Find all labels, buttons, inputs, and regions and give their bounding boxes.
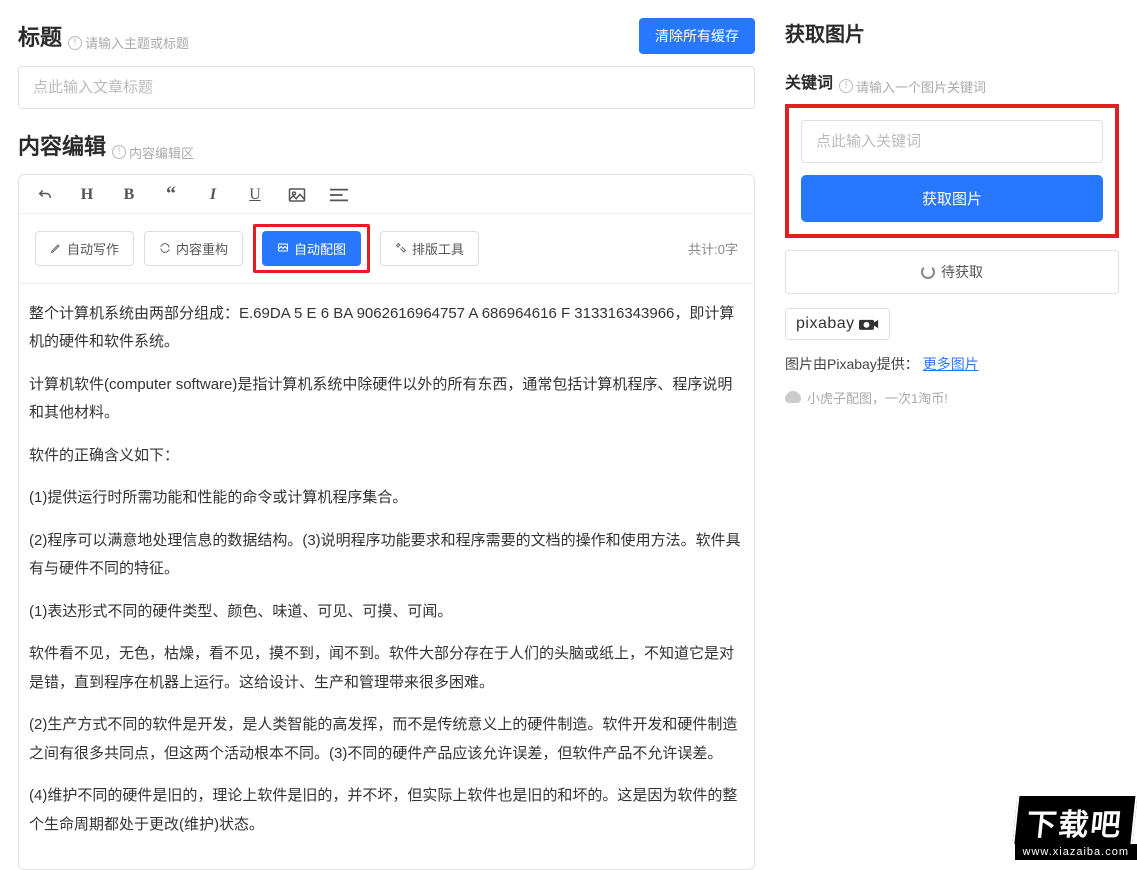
camera-icon (859, 317, 879, 331)
bold-icon[interactable]: B (119, 185, 139, 205)
watermark-url: www.xiazaiba.com (1015, 844, 1137, 860)
keyword-hint: ! 请输入一个图片关键词 (839, 77, 986, 96)
keyword-label: 关键词 (785, 69, 833, 93)
watermark-title: 下载吧 (1012, 794, 1137, 844)
keyword-header: 关键词 ! 请输入一个图片关键词 (785, 69, 1119, 96)
keyword-hint-text: 请输入一个图片关键词 (856, 77, 986, 96)
tip-line: 小虎子配图，一次1淘币! (785, 388, 1119, 407)
spinner-icon (921, 265, 935, 279)
tip-text: 小虎子配图，一次1淘币! (807, 388, 948, 407)
watermark: 下载吧 www.xiazaiba.com (1015, 794, 1137, 860)
sidebar-title: 获取图片 (785, 18, 1119, 47)
auto-write-label: 自动写作 (67, 239, 119, 258)
paragraph: 整个计算机系统由两部分组成：E.69DA 5 E 6 BA 9062616964… (29, 300, 744, 357)
more-images-link[interactable]: 更多图片 (923, 356, 979, 372)
info-icon: ! (112, 145, 126, 159)
match-image-icon (277, 242, 289, 254)
heading-icon[interactable]: H (77, 185, 97, 205)
pixabay-badge: pixabay (785, 308, 890, 340)
action-toolbar: 自动写作 内容重构 自动配图 (19, 214, 754, 284)
clear-cache-button[interactable]: 清除所有缓存 (639, 18, 755, 54)
keyword-input[interactable] (801, 120, 1103, 163)
title-hint: ! 请输入主题或标题 (68, 33, 189, 52)
title-hint-text: 请输入主题或标题 (85, 33, 189, 52)
editor-hint: ! 内容编辑区 (112, 143, 194, 162)
paragraph: 软件的正确含义如下： (29, 442, 744, 471)
paragraph: (2)程序可以满意地处理信息的数据结构。(3)说明程序功能要求和程序需要的文档的… (29, 527, 744, 584)
format-toolbar: H B “ I U (19, 175, 754, 214)
pencil-icon (50, 242, 62, 254)
italic-icon[interactable]: I (203, 185, 223, 205)
action-toolbar-left: 自动写作 内容重构 自动配图 (35, 224, 479, 273)
layout-label: 排版工具 (412, 239, 464, 258)
underline-icon[interactable]: U (245, 185, 265, 205)
main-column: 标题 ! 请输入主题或标题 清除所有缓存 内容编辑 ! 内容编辑区 (0, 0, 775, 860)
editor-hint-text: 内容编辑区 (129, 143, 194, 162)
refresh-icon (159, 242, 171, 254)
status-text: 待获取 (941, 262, 983, 282)
image-icon[interactable] (287, 185, 307, 205)
app-root: 标题 ! 请输入主题或标题 清除所有缓存 内容编辑 ! 内容编辑区 (0, 0, 1137, 860)
paragraph: (4)维护不同的硬件是旧的，理论上软件是旧的，并不坏，但实际上软件也是旧的和坏的… (29, 782, 744, 839)
auto-write-button[interactable]: 自动写作 (35, 231, 134, 266)
layout-button[interactable]: 排版工具 (380, 231, 479, 266)
quote-icon[interactable]: “ (161, 185, 181, 205)
fetch-image-button[interactable]: 获取图片 (801, 175, 1103, 222)
editor-title: 内容编辑 (18, 129, 106, 161)
fetch-status-button[interactable]: 待获取 (785, 250, 1119, 294)
keyword-highlight-box: 获取图片 (785, 104, 1119, 238)
undo-icon[interactable] (35, 185, 55, 205)
rebuild-button[interactable]: 内容重构 (144, 231, 243, 266)
auto-image-label: 自动配图 (294, 239, 346, 258)
title-label: 标题 (18, 20, 62, 52)
article-title-input[interactable] (18, 66, 755, 109)
info-icon: ! (68, 36, 82, 50)
align-icon[interactable] (329, 185, 349, 205)
pixabay-text: pixabay (796, 315, 855, 333)
paragraph: 软件看不见，无色，枯燥，看不见，摸不到，闻不到。软件大部分存在于人们的头脑或纸上… (29, 640, 744, 697)
paragraph: 计算机软件(computer software)是指计算机系统中除硬件以外的所有… (29, 371, 744, 428)
title-section-header: 标题 ! 请输入主题或标题 清除所有缓存 (18, 18, 755, 54)
sidebar: 获取图片 关键词 ! 请输入一个图片关键词 获取图片 待获取 pixabay 图… (775, 0, 1137, 860)
editor-body[interactable]: 整个计算机系统由两部分组成：E.69DA 5 E 6 BA 9062616964… (19, 284, 754, 870)
word-count: 共计:0字 (688, 239, 738, 258)
cloud-icon (785, 391, 801, 403)
paragraph: (1)表达形式不同的硬件类型、颜色、味道、可见、可摸、可闻。 (29, 598, 744, 627)
paragraph: (1)提供运行时所需功能和性能的命令或计算机程序集合。 (29, 484, 744, 513)
tools-icon (395, 242, 407, 254)
info-icon: ! (839, 79, 853, 93)
title-header-left: 标题 ! 请输入主题或标题 (18, 20, 189, 53)
auto-image-button[interactable]: 自动配图 (262, 231, 361, 266)
editor-header: 内容编辑 ! 内容编辑区 (18, 129, 755, 162)
credit-line: 图片由Pixabay提供： 更多图片 (785, 354, 1119, 374)
credit-text: 图片由Pixabay提供： (785, 356, 919, 372)
editor-section: 内容编辑 ! 内容编辑区 H B “ I U (18, 129, 755, 870)
auto-image-highlight: 自动配图 (253, 224, 370, 273)
paragraph: (2)生产方式不同的软件是开发，是人类智能的高发挥，而不是传统意义上的硬件制造。… (29, 711, 744, 768)
rebuild-label: 内容重构 (176, 239, 228, 258)
editor-card: H B “ I U 自动写作 (18, 174, 755, 870)
